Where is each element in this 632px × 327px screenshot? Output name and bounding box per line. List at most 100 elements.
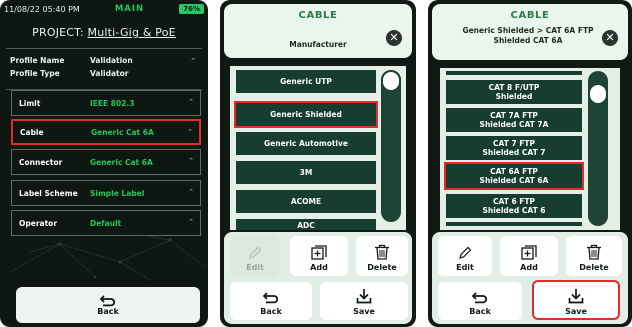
status-time: 11/08/22 05:40 PM bbox=[4, 4, 80, 14]
setting-label-scheme[interactable]: Label Scheme Simple Label ⌃ bbox=[11, 180, 201, 206]
list-item[interactable]: Generic UTP bbox=[236, 70, 376, 93]
scrollbar-thumb[interactable] bbox=[588, 83, 608, 105]
profile-section[interactable]: Profile Name Validation Profile Type Val… bbox=[6, 48, 202, 90]
save-button[interactable]: Save bbox=[532, 280, 620, 320]
profile-type-value: Validator bbox=[90, 69, 129, 78]
action-panel: Edit Add Delete Back Save bbox=[432, 232, 628, 324]
project-prefix: PROJECT: bbox=[32, 26, 84, 39]
setting-value: Simple Label bbox=[90, 188, 145, 198]
item-line2: Shielded CAT 7 bbox=[482, 148, 546, 157]
trash-icon bbox=[375, 244, 389, 260]
back-arrow-icon bbox=[263, 292, 279, 304]
scrollbar[interactable] bbox=[381, 70, 401, 222]
cable-type-list[interactable]: CAT 8 F/UTP Shielded CAT 7A FTP Shielded… bbox=[440, 68, 620, 230]
project-title[interactable]: PROJECT: Multi-Gig & PoE bbox=[0, 18, 208, 48]
page-subtitle: Manufacturer bbox=[289, 40, 347, 49]
setting-label: Cable bbox=[20, 127, 44, 137]
profile-type-row: Profile Type Validator bbox=[10, 67, 198, 80]
save-button[interactable]: Save bbox=[320, 282, 408, 320]
back-label: Back bbox=[260, 307, 282, 316]
status-mode: MAIN bbox=[114, 4, 145, 14]
setting-value: Generic Cat 6A bbox=[91, 127, 154, 137]
edit-label: Edit bbox=[246, 263, 264, 272]
list-item[interactable]: CAT 7A FTP Shielded CAT 7A bbox=[446, 108, 582, 132]
scrollbar[interactable] bbox=[588, 71, 608, 226]
profile-type-label: Profile Type bbox=[10, 69, 60, 78]
status-bar: 11/08/22 05:40 PM MAIN 76% bbox=[0, 0, 208, 18]
main-screen: 11/08/22 05:40 PM MAIN 76% PROJECT: Mult… bbox=[0, 0, 208, 327]
back-label: Back bbox=[97, 307, 119, 316]
delete-button[interactable]: Delete bbox=[356, 236, 408, 276]
header-panel: CABLE Manufacturer ✕ bbox=[224, 4, 412, 58]
list-item-partial[interactable] bbox=[446, 222, 582, 226]
close-icon[interactable]: ✕ bbox=[602, 30, 618, 46]
pencil-icon bbox=[249, 246, 262, 259]
trash-icon bbox=[587, 244, 601, 260]
edit-button[interactable]: Edit bbox=[230, 236, 280, 276]
page-title: CABLE bbox=[510, 10, 550, 21]
delete-button[interactable]: Delete bbox=[566, 236, 622, 276]
setting-label: Operator bbox=[19, 218, 58, 228]
chevron-up-icon: ⌃ bbox=[188, 218, 194, 226]
back-button[interactable]: Back bbox=[16, 287, 200, 323]
header-panel: CABLE Generic Shielded > CAT 6A FTP Shie… bbox=[432, 4, 628, 60]
list-item[interactable]: CAT 8 F/UTP Shielded bbox=[446, 80, 582, 104]
chevron-up-icon: ⌃ bbox=[188, 157, 194, 165]
add-icon bbox=[521, 245, 537, 260]
network-background-graphic bbox=[9, 234, 206, 281]
add-button[interactable]: Add bbox=[290, 236, 348, 276]
list-item-selected[interactable]: CAT 6A FTP Shielded CAT 6A bbox=[444, 162, 584, 190]
download-icon bbox=[568, 289, 584, 304]
setting-label: Connector bbox=[19, 157, 63, 167]
scrollbar-thumb[interactable] bbox=[381, 70, 401, 92]
back-label: Back bbox=[469, 307, 491, 316]
setting-limit[interactable]: Limit IEEE 802.3 ⌃ bbox=[11, 90, 201, 116]
setting-cable[interactable]: Cable Generic Cat 6A ⌃ bbox=[11, 119, 201, 145]
back-button[interactable]: Back bbox=[438, 282, 522, 320]
list-item-partial[interactable] bbox=[446, 71, 582, 75]
list-item-selected[interactable]: Generic Shielded bbox=[234, 101, 378, 128]
item-line2: Shielded CAT 6 bbox=[482, 206, 546, 215]
list-item[interactable]: ADC bbox=[236, 219, 376, 230]
page-subtitle: Generic Shielded > CAT 6A FTP Shielded C… bbox=[462, 26, 594, 45]
close-icon[interactable]: ✕ bbox=[386, 30, 402, 46]
project-name: Multi-Gig & PoE bbox=[87, 26, 176, 39]
profile-name-value: Validation bbox=[90, 56, 133, 65]
page-title: CABLE bbox=[298, 10, 338, 21]
setting-connector[interactable]: Connector Generic Cat 6A ⌃ bbox=[11, 149, 201, 175]
save-label: Save bbox=[565, 307, 587, 316]
list-item[interactable]: ACOME bbox=[236, 190, 376, 213]
item-line2: Shielded bbox=[495, 92, 533, 101]
add-button[interactable]: Add bbox=[500, 236, 558, 276]
item-line1: CAT 6 FTP bbox=[492, 197, 536, 206]
save-label: Save bbox=[353, 307, 375, 316]
cable-type-screen: CABLE Generic Shielded > CAT 6A FTP Shie… bbox=[428, 0, 632, 327]
list-item[interactable]: CAT 7 FTP Shielded CAT 7 bbox=[446, 136, 582, 160]
chevron-up-icon: ⌃ bbox=[187, 128, 193, 136]
item-line2: Shielded CAT 7A bbox=[479, 120, 549, 129]
item-line1: CAT 7A FTP bbox=[490, 111, 538, 120]
item-line1: CAT 6A FTP bbox=[490, 167, 538, 176]
add-label: Add bbox=[310, 263, 328, 272]
manufacturer-list[interactable]: Generic UTP Generic Shielded Generic Aut… bbox=[230, 66, 406, 230]
profile-name-row: Profile Name Validation bbox=[10, 54, 198, 67]
back-arrow-icon bbox=[100, 295, 116, 307]
edit-button[interactable]: Edit bbox=[438, 236, 492, 276]
setting-value: Default bbox=[90, 218, 122, 228]
setting-value: Generic Cat 6A bbox=[90, 157, 153, 167]
back-button[interactable]: Back bbox=[230, 282, 312, 320]
list-item[interactable]: 3M bbox=[236, 161, 376, 184]
delete-label: Delete bbox=[579, 263, 609, 272]
delete-label: Delete bbox=[367, 263, 397, 272]
edit-label: Edit bbox=[456, 263, 474, 272]
list-item[interactable]: CAT 6 FTP Shielded CAT 6 bbox=[446, 194, 582, 218]
back-arrow-icon bbox=[472, 292, 488, 304]
item-line1: CAT 8 F/UTP bbox=[488, 83, 540, 92]
list-item[interactable]: Generic Automotive bbox=[236, 132, 376, 155]
setting-label: Limit bbox=[19, 98, 41, 108]
pencil-icon bbox=[459, 246, 472, 259]
add-label: Add bbox=[520, 263, 538, 272]
setting-value: IEEE 802.3 bbox=[90, 98, 135, 108]
chevron-up-icon: ⌃ bbox=[190, 57, 196, 65]
add-icon bbox=[311, 245, 327, 260]
